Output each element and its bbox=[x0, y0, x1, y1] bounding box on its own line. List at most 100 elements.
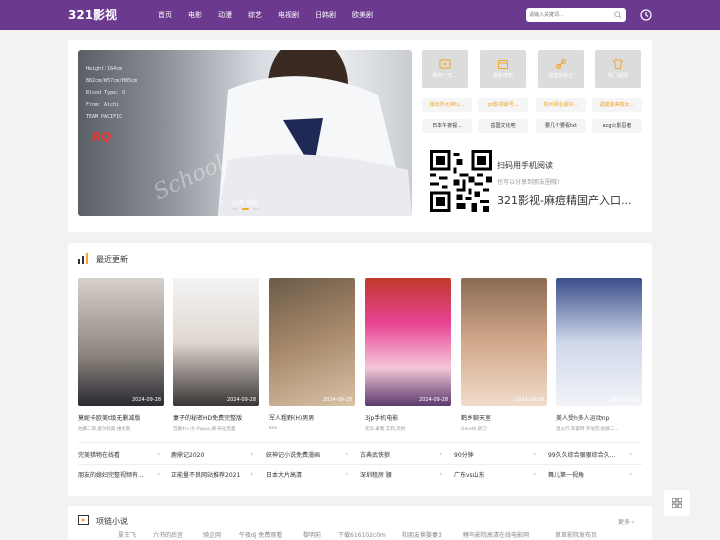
hero-badge: RQ bbox=[92, 130, 112, 144]
movie-title[interactable]: 莫妮卡欧美t级无删减版 bbox=[78, 413, 164, 422]
recent-section-title: 最近更新 bbox=[96, 255, 128, 264]
poster-date: 2024-09-28 bbox=[322, 397, 352, 403]
text-link-label: 鹿鼎记2020 bbox=[171, 452, 205, 459]
quick-entry[interactable]: 运营的护士 bbox=[538, 50, 584, 88]
text-link-label: 正能量不良网站推荐2021 bbox=[171, 472, 241, 479]
movie-poster[interactable]: 2024-09-28 bbox=[461, 278, 547, 406]
text-link[interactable]: 舞儿第一视角 › bbox=[548, 470, 632, 484]
search-box bbox=[526, 8, 626, 22]
site-logo[interactable]: 321影视 bbox=[68, 6, 117, 23]
text-link[interactable]: 古典武侠狼 › bbox=[360, 450, 442, 464]
novel-link[interactable]: 骑企网 bbox=[203, 530, 221, 539]
text-link[interactable]: 鹿鼎记2020 › bbox=[171, 450, 253, 464]
poster-date: 2024-09-28 bbox=[609, 397, 639, 403]
chart-bars-icon bbox=[78, 253, 88, 264]
tag[interactable]: 岳国文化吧 bbox=[478, 119, 528, 133]
nav-tv[interactable]: 电视剧 bbox=[270, 0, 307, 30]
text-link[interactable]: 朋友的媳妇完整视频有... › bbox=[78, 470, 160, 484]
search-input[interactable] bbox=[529, 10, 611, 20]
grid-icon bbox=[672, 498, 682, 508]
qr-subtitle: 也可以分享到朋友圈哦！ bbox=[497, 179, 564, 186]
poster-date: 2024-09-28 bbox=[131, 397, 161, 403]
poster-date: 2024-09-28 bbox=[514, 397, 544, 403]
text-link[interactable]: 正能量不良网站推荐2021 › bbox=[171, 470, 253, 484]
novel-link[interactable]: 夏王飞 bbox=[118, 530, 136, 539]
text-link-label: 日本大片高清 bbox=[266, 472, 303, 479]
nav-western[interactable]: 欧美剧 bbox=[344, 0, 381, 30]
search-icon[interactable] bbox=[614, 11, 622, 19]
nav-variety[interactable]: 综艺 bbox=[240, 0, 270, 30]
hero-banner[interactable]: School Height:164cm B82cm/W57cm/H85cm Bl… bbox=[78, 50, 412, 216]
novel-link[interactable]: 下载616102c0m bbox=[338, 530, 386, 539]
novel-link[interactable]: 午夜dj 免费观看 bbox=[239, 530, 282, 539]
movie-actors: Ken bbox=[269, 426, 278, 431]
poster-date: 2024-09-28 bbox=[418, 397, 448, 403]
chevron-right-icon: › bbox=[533, 470, 536, 478]
text-link[interactable]: 妖神记小说免费漫画 › bbox=[266, 450, 348, 464]
hot-tag[interactable]: pd影视最号... bbox=[478, 98, 528, 112]
text-link[interactable]: 广东vs山东 › bbox=[454, 470, 536, 484]
chevron-right-icon: › bbox=[157, 450, 160, 458]
text-link[interactable]: 日本大片高清 › bbox=[266, 470, 348, 484]
text-link-label: 舞儿第一视角 bbox=[548, 472, 585, 479]
novels-section-title: 项链小说 bbox=[96, 517, 128, 526]
chevron-right-icon: › bbox=[533, 450, 536, 458]
hot-tag[interactable]: 爆出界大神fu... bbox=[422, 98, 472, 112]
divider bbox=[78, 464, 642, 465]
carousel-dot[interactable] bbox=[252, 208, 260, 210]
text-link[interactable]: 99久久综合狠狠综合久... › bbox=[548, 450, 632, 464]
hero-overlay-line: From: Aichi bbox=[86, 102, 120, 108]
carousel-dot[interactable] bbox=[230, 208, 238, 210]
nav-jpkr[interactable]: 日韩剧 bbox=[307, 0, 344, 30]
text-link-label: 深圳租房 腰 bbox=[360, 472, 392, 479]
nav-home[interactable]: 首页 bbox=[150, 0, 180, 30]
nav-anime[interactable]: 动漫 bbox=[210, 0, 240, 30]
novel-link[interactable]: 和朋友换娶妻3 bbox=[402, 530, 442, 539]
tag[interactable]: 要几个要看txt bbox=[536, 119, 586, 133]
hot-tag[interactable]: 福建最美丽女... bbox=[592, 98, 642, 112]
movie-title[interactable]: 军人粗野(H)男男 bbox=[269, 413, 355, 422]
poster-date: 2024-09-28 bbox=[226, 397, 256, 403]
chevron-right-icon: › bbox=[250, 450, 253, 458]
novel-link[interactable]: 六书的后宫 bbox=[153, 530, 183, 539]
text-link[interactable]: 90分钟 › bbox=[454, 450, 536, 464]
grid-menu-button[interactable] bbox=[664, 490, 690, 516]
hero-overlay-line: B82cm/W57cm/H85cm bbox=[86, 78, 138, 84]
quick-entry[interactable]: 热门视频 bbox=[595, 50, 641, 88]
quick-entry[interactable]: 最新电影 bbox=[480, 50, 526, 88]
video-icon bbox=[78, 515, 89, 525]
more-link[interactable]: 更多 › bbox=[618, 517, 634, 526]
history-clock-icon[interactable] bbox=[640, 9, 652, 21]
more-link-label: 更多 bbox=[618, 519, 631, 526]
movie-title[interactable]: 妻子的秘密HD免费完整版 bbox=[173, 413, 259, 422]
movie-title[interactable]: 美人受h多人运动np bbox=[556, 413, 642, 422]
movie-poster[interactable]: 2024-09-28 bbox=[173, 278, 259, 406]
movie-title[interactable]: 鹤乡聊天室 bbox=[461, 413, 547, 422]
nav-movies[interactable]: 电影 bbox=[180, 0, 210, 30]
tag[interactable]: acg火影忍者 bbox=[592, 119, 642, 133]
movie-actors: Gareth,周刀 bbox=[461, 427, 487, 432]
tag[interactable]: 日本午夜视... bbox=[422, 119, 472, 133]
novel-link[interactable]: 黎明前 bbox=[303, 530, 321, 539]
movie-poster[interactable]: 2024-09-28 bbox=[365, 278, 451, 406]
hot-tag[interactable]: 杭州择业最好... bbox=[536, 98, 586, 112]
novel-link[interactable]: 草草影院发布页 bbox=[555, 530, 597, 539]
movie-poster[interactable]: 2024-09-28 bbox=[556, 278, 642, 406]
quick-entry[interactable]: 猜你一无... bbox=[422, 50, 468, 88]
movie-poster[interactable]: 2024-09-28 bbox=[78, 278, 164, 406]
text-link[interactable]: 深圳租房 腰 › bbox=[360, 470, 442, 484]
chevron-right-icon: › bbox=[345, 450, 348, 458]
movie-poster[interactable]: 2024-09-28 bbox=[269, 278, 355, 406]
text-link-label: 朋友的媳妇完整视频有... bbox=[78, 472, 144, 479]
novel-link[interactable]: 鲤鸟影院高清在线电影网 bbox=[463, 530, 529, 539]
chevron-right-icon: › bbox=[439, 470, 442, 478]
movie-title[interactable]: 3jp手机电影 bbox=[365, 413, 451, 422]
text-link-label: 完美猎物在线看 bbox=[78, 452, 121, 459]
text-link[interactable]: 完美猎物在线看 › bbox=[78, 450, 160, 464]
link-icon bbox=[556, 59, 566, 69]
chevron-right-icon: › bbox=[439, 450, 442, 458]
top-nav-bar: 321影视 首页 电影 动漫 综艺 电视剧 日韩剧 欧美剧 bbox=[0, 0, 720, 30]
text-link-label: 古典武侠狼 bbox=[360, 452, 391, 459]
quick-entry-label: 最新电影 bbox=[492, 73, 513, 79]
carousel-dot-active[interactable] bbox=[241, 208, 249, 210]
